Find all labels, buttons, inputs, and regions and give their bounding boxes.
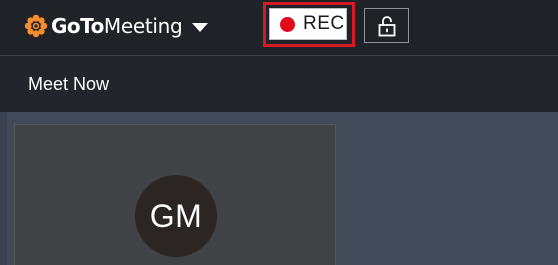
record-button[interactable]: REC xyxy=(269,8,347,40)
meet-now-button[interactable]: Meet Now xyxy=(28,74,109,95)
brand-menu[interactable]: GoTo Meeting xyxy=(24,11,209,41)
chevron-down-icon[interactable] xyxy=(192,22,209,32)
side-strip xyxy=(0,112,7,265)
gotomeeting-logo-icon xyxy=(24,14,48,38)
brand-name-meeting: Meeting xyxy=(103,14,183,38)
unlock-icon xyxy=(378,15,395,36)
avatar-initials: GM xyxy=(149,197,203,234)
record-dot-icon xyxy=(280,16,295,32)
menu-bar: Meet Now xyxy=(0,56,558,112)
top-bar: GoTo Meeting REC xyxy=(0,0,558,55)
avatar: GM xyxy=(135,175,217,257)
participant-video-tile[interactable]: GM xyxy=(14,124,336,265)
record-label: REC xyxy=(303,13,345,34)
lock-meeting-button[interactable] xyxy=(364,8,409,43)
meeting-content-area: GM xyxy=(0,112,558,265)
brand-name-goto: GoTo xyxy=(51,14,104,38)
